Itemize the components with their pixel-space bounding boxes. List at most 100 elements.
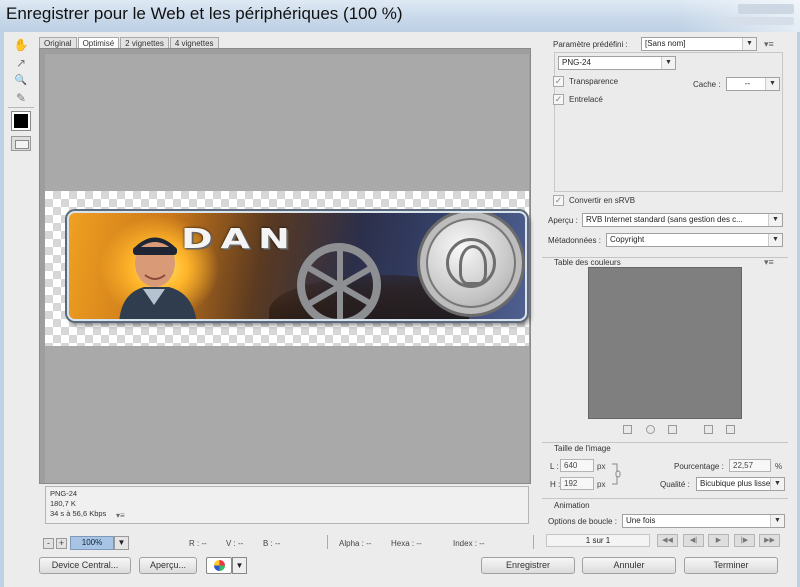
preview-mode-value: RVB Internet standard (sans gestion des … — [586, 215, 743, 224]
format-value: PNG-24 — [562, 58, 591, 67]
panel-menu-icon[interactable]: ▾≡ — [764, 39, 774, 50]
banner-text: DAN — [181, 223, 298, 255]
tool-palette: ✋ ↗ 🔍 ✎ — [8, 36, 34, 156]
next-frame-button[interactable]: |▶ — [734, 534, 755, 547]
width-unit: px — [597, 462, 606, 471]
chevron-down-icon: ▼ — [768, 234, 782, 246]
animation-title: Animation — [554, 501, 590, 510]
readout-alpha: Alpha : -- — [339, 539, 372, 548]
readout-index: Index : -- — [453, 539, 485, 548]
coin-logo — [417, 213, 525, 317]
metadata-value: Copyright — [610, 235, 645, 244]
color-table-title: Table des couleurs — [554, 258, 621, 267]
window-title: Enregistrer pour le Web et les périphéri… — [6, 4, 403, 23]
info-menu-icon[interactable]: ▾≡ — [116, 511, 125, 521]
status-divider — [327, 535, 328, 549]
metadata-label: Métadonnées : — [548, 236, 601, 245]
trash-icon[interactable] — [726, 425, 735, 434]
web-shift-icon[interactable] — [646, 425, 655, 434]
info-format: PNG-24 — [50, 489, 78, 498]
hand-tool-icon[interactable]: ✋ — [11, 36, 31, 53]
cache-dropdown[interactable]: -- ▼ — [726, 77, 780, 91]
settings-panel: Paramètre prédéfini : [Sans nom] ▼ ▾≡ PN… — [540, 34, 792, 554]
canvas-area-top — [45, 54, 529, 191]
zoom-level-dropdown[interactable]: ▼ — [114, 536, 129, 550]
percent-field[interactable]: 22,57 — [729, 459, 771, 472]
cache-value: -- — [744, 79, 751, 88]
section-divider — [542, 442, 788, 443]
color-table[interactable] — [588, 267, 742, 419]
preview-button[interactable]: Aperçu... — [139, 557, 197, 574]
titlebar-background-window — [680, 0, 800, 32]
color-table-menu-icon[interactable]: ▾≡ — [764, 257, 774, 268]
readout-hexa: Hexa : -- — [391, 539, 422, 548]
quality-label: Qualité : — [660, 480, 690, 489]
browser-select-dropdown[interactable]: ▼ — [232, 557, 247, 574]
chevron-down-icon: ▼ — [768, 214, 782, 226]
zoom-tool-icon[interactable]: 🔍 — [11, 72, 31, 89]
eyedropper-color-swatch[interactable] — [11, 111, 31, 131]
entrelace-label: Entrelacé — [569, 95, 603, 104]
chevron-down-icon: ▼ — [742, 38, 756, 50]
section-divider — [542, 498, 788, 499]
readout-r: R : -- — [189, 539, 207, 548]
preview-mode-label: Aperçu : — [548, 216, 578, 225]
chevron-down-icon: ▼ — [770, 478, 784, 490]
toggle-slices-visibility-icon[interactable] — [11, 136, 31, 151]
entrelace-checkbox[interactable]: ✓ — [553, 94, 564, 105]
chevron-down-icon: ▼ — [661, 57, 675, 69]
last-frame-button[interactable]: ▶▶ — [759, 534, 780, 547]
zoom-out-button[interactable]: - — [43, 538, 54, 549]
quality-dropdown[interactable]: Bicubique plus lisse ▼ — [696, 477, 785, 491]
chevron-down-icon: ▼ — [765, 78, 779, 90]
cache-label: Cache : — [693, 80, 721, 89]
preview-mode-dropdown[interactable]: RVB Internet standard (sans gestion des … — [582, 213, 783, 227]
save-button[interactable]: Enregistrer — [481, 557, 575, 574]
optimized-info-panel: PNG-24 180,7 K 34 s à 56,6 Kbps ▾≡ — [45, 486, 529, 524]
chevron-down-icon: ▼ — [770, 515, 784, 527]
status-divider — [533, 535, 534, 549]
window-titlebar: Enregistrer pour le Web et les périphéri… — [0, 0, 800, 32]
eyedropper-tool-icon[interactable]: ✎ — [11, 89, 31, 106]
tool-separator — [8, 107, 34, 108]
browser-preview-icon[interactable] — [206, 557, 232, 574]
height-label: H : — [550, 480, 561, 489]
format-dropdown[interactable]: PNG-24 ▼ — [558, 56, 676, 70]
readout-b: B : -- — [263, 539, 281, 548]
wheel-graphic — [297, 243, 381, 319]
transparence-label: Transparence — [569, 77, 619, 86]
transparence-checkbox[interactable]: ✓ — [553, 76, 564, 87]
canvas-area-bottom — [45, 346, 529, 483]
new-color-icon[interactable] — [704, 425, 713, 434]
height-unit: px — [597, 480, 606, 489]
loop-options-dropdown[interactable]: Une fois ▼ — [622, 514, 785, 528]
preset-dropdown[interactable]: [Sans nom] ▼ — [641, 37, 757, 51]
slice-select-tool-icon[interactable]: ↗ — [11, 54, 31, 71]
convert-srgb-label: Convertir en sRVB — [569, 196, 636, 205]
device-central-button[interactable]: Device Central... — [39, 557, 131, 574]
image-size-title: Taille de l'image — [554, 444, 611, 453]
preset-label: Paramètre prédéfini : — [553, 40, 628, 49]
lock-color-icon[interactable] — [668, 425, 677, 434]
loop-options-label: Options de boucle : — [548, 517, 617, 526]
banner-image: DAN — [67, 211, 527, 321]
metadata-dropdown[interactable]: Copyright ▼ — [606, 233, 783, 247]
readout-v: V : -- — [226, 539, 244, 548]
link-icon[interactable] — [610, 462, 622, 486]
percent-unit: % — [775, 462, 783, 471]
done-button[interactable]: Terminer — [684, 557, 778, 574]
quality-value: Bicubique plus lisse — [700, 479, 771, 488]
percent-label: Pourcentage : — [674, 462, 724, 471]
previous-frame-button[interactable]: ◀| — [683, 534, 704, 547]
map-transparency-icon[interactable] — [623, 425, 632, 434]
zoom-in-button[interactable]: + — [56, 538, 67, 549]
width-field[interactable]: 640 — [560, 459, 594, 472]
format-settings-box — [554, 52, 783, 192]
frame-counter: 1 sur 1 — [546, 534, 650, 547]
zoom-level-field[interactable]: 100% — [70, 536, 114, 550]
first-frame-button[interactable]: ◀◀ — [657, 534, 678, 547]
convert-srgb-checkbox[interactable]: ✓ — [553, 195, 564, 206]
play-button[interactable]: ▶ — [708, 534, 729, 547]
height-field[interactable]: 192 — [560, 477, 594, 490]
cancel-button[interactable]: Annuler — [582, 557, 676, 574]
